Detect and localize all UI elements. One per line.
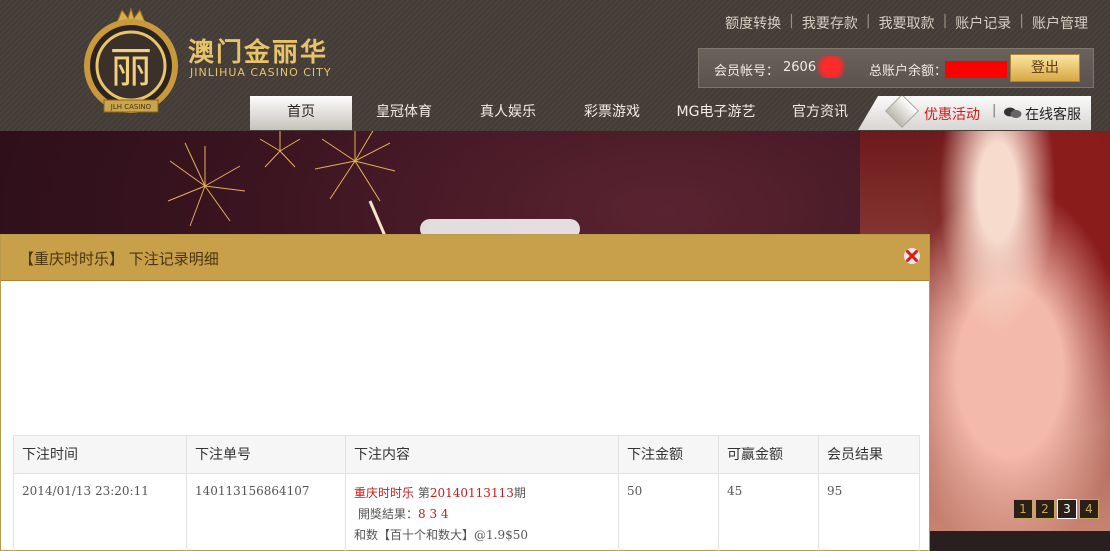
col-header-order-no: 下注单号 <box>186 435 346 474</box>
modal-title: 【重庆时时乐】 下注记录明细 <box>19 250 219 268</box>
link-separator: | <box>1019 13 1024 29</box>
bet-line-detail: 和数【百十个和数大】@1.9$50 <box>354 528 528 542</box>
cell-winnable: 45 <box>718 473 819 551</box>
banner-page-4[interactable]: 4 <box>1079 499 1099 519</box>
redaction-scribble <box>813 56 849 78</box>
col-header-bet-amount: 下注金额 <box>618 435 719 474</box>
link-separator: | <box>942 13 948 29</box>
logo-name-cn: 澳门金丽华 <box>188 38 329 68</box>
link-deposit[interactable]: 我要存款 <box>802 13 858 33</box>
logout-button[interactable]: 登出 <box>1010 54 1080 82</box>
nav-item-news[interactable]: 官方资讯 <box>768 96 872 130</box>
bet-line-period: 重庆时时乐 第20140113113期 <box>354 484 610 501</box>
cell-bet-amount: 50 <box>618 473 719 551</box>
cell-bet-content: 重庆时时乐 第20140113113期 開獎結果：8 3 4 和数【百十个和数大… <box>345 473 619 551</box>
member-account-value: 2606 <box>783 60 817 75</box>
col-header-bet-content: 下注内容 <box>345 435 619 474</box>
banner-pagination: 1 2 3 4 <box>1013 499 1099 519</box>
balance-redaction <box>945 61 1007 78</box>
link-account-records[interactable]: 账户记录 <box>955 13 1011 33</box>
member-account-label: 会员帐号： <box>714 64 780 79</box>
period-number: 20140113113 <box>429 486 514 500</box>
logo-emblem-icon: 丽 JLH CASINO <box>84 8 178 113</box>
link-withdraw[interactable]: 我要取款 <box>879 13 935 33</box>
nav-item-sports[interactable]: 皇冠体育 <box>352 96 456 130</box>
col-header-winnable: 可赢金额 <box>718 435 819 474</box>
promotions-link[interactable]: 优惠活动 <box>924 104 980 124</box>
nav-item-lottery[interactable]: 彩票游戏 <box>560 96 664 130</box>
bet-line-result: 開獎結果：8 3 4 <box>354 505 610 522</box>
nav-item-live-casino[interactable]: 真人娱乐 <box>456 96 560 130</box>
account-bar: 会员帐号： 2606 总账户余额： 登出 <box>698 48 1094 88</box>
result-label: 開獎結果： <box>358 507 419 521</box>
diamond-icon <box>885 96 919 128</box>
table-header-row: 下注时间 下注单号 下注内容 下注金额 可赢金额 会员结果 <box>13 435 920 474</box>
table-row: 2014/01/13 23:20:11 140113156864107 重庆时时… <box>13 473 920 551</box>
link-separator: | <box>865 13 871 29</box>
bet-detail-modal: 【重庆时时乐】 下注记录明细 下注时间 下注单号 下注内容 下注金额 可赢金额 … <box>0 234 930 551</box>
cell-member-result: 95 <box>818 473 920 551</box>
logo-emblem-char: 丽 <box>110 43 152 92</box>
banner-page-1[interactable]: 1 <box>1013 499 1033 519</box>
banner-page-2[interactable]: 2 <box>1035 499 1055 519</box>
logo-name-en: JINLIHUA CASINO CITY <box>190 66 332 79</box>
top-links: 额度转换 | 我要存款 | 我要取款 | 账户记录 | 账户管理 <box>725 13 1088 33</box>
nav-item-mg-games[interactable]: MG电子游艺 <box>664 96 768 130</box>
cell-bet-time: 2014/01/13 23:20:11 <box>13 473 187 551</box>
logo-ribbon-text: JLH CASINO <box>110 103 152 111</box>
balance-label: 总账户余额： <box>869 64 948 79</box>
close-x-icon[interactable] <box>903 247 921 265</box>
main-nav: 首页 皇冠体育 真人娱乐 彩票游戏 MG电子游艺 官方资讯 <box>250 96 872 130</box>
bet-records-table: 下注时间 下注单号 下注内容 下注金额 可赢金额 会员结果 2014/01/13… <box>13 435 920 551</box>
chat-bubble-icon <box>1004 107 1022 118</box>
modal-header: 【重庆时时乐】 下注记录明细 <box>1 235 929 281</box>
link-separator: | <box>789 13 794 29</box>
link-account-management[interactable]: 账户管理 <box>1032 13 1088 33</box>
game-name: 重庆时时乐 <box>354 486 415 500</box>
promo-service-bar: 优惠活动 | 在线客服 <box>858 96 1091 130</box>
cell-order-no: 140113156864107 <box>186 473 346 551</box>
nav-item-home[interactable]: 首页 <box>250 96 352 130</box>
result-numbers: 8 3 4 <box>418 507 449 521</box>
period-suffix: 期 <box>513 486 526 500</box>
col-header-bet-time: 下注时间 <box>13 435 187 474</box>
fireworks-decoration <box>167 131 396 237</box>
col-header-member-result: 会员结果 <box>818 435 920 474</box>
site-header: 丽 JLH CASINO 澳门金丽华 JINLIHUA CASINO CITY … <box>0 0 1110 131</box>
online-service-link[interactable]: 在线客服 <box>1025 104 1081 124</box>
banner-page-3[interactable]: 3 <box>1057 499 1077 519</box>
link-credit-transfer[interactable]: 额度转换 <box>725 13 781 33</box>
period-prefix: 第 <box>417 486 430 500</box>
link-separator: | <box>992 103 997 118</box>
